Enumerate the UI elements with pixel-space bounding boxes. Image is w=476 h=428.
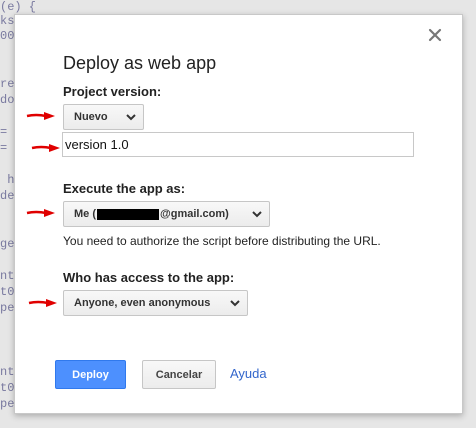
- project-version-select-value: Nuevo: [74, 111, 108, 123]
- access-label: Who has access to the app:: [63, 270, 235, 285]
- arrow-annotation-icon: [28, 299, 57, 307]
- help-link[interactable]: Ayuda: [230, 366, 267, 381]
- code-line: pe: [0, 397, 15, 411]
- code-line: t0: [0, 381, 15, 395]
- project-version-label: Project version:: [63, 84, 162, 99]
- code-line: 00: [0, 29, 15, 43]
- deploy-dialog: Deploy as web app Project version: Nuevo…: [14, 14, 463, 414]
- code-line: ks: [0, 14, 15, 28]
- execute-as-select[interactable]: Me ( @gmail.com): [63, 201, 270, 227]
- code-line: h: [0, 173, 15, 187]
- arrow-annotation-icon: [26, 209, 55, 217]
- version-description-input[interactable]: version 1.0: [62, 132, 414, 157]
- authorize-help-text: You need to authorize the script before …: [63, 234, 381, 248]
- code-line: nt: [0, 365, 15, 379]
- code-line: de: [0, 189, 15, 203]
- dialog-title: Deploy as web app: [63, 53, 217, 73]
- code-line: =: [0, 141, 8, 155]
- code-line: re: [0, 77, 15, 91]
- access-select-value: Anyone, even anonymous: [74, 297, 211, 309]
- code-line: nt: [0, 269, 15, 283]
- execute-as-label: Execute the app as:: [63, 181, 186, 196]
- code-line: do: [0, 93, 15, 107]
- code-line: t0: [0, 285, 15, 299]
- code-line: pe: [0, 301, 15, 315]
- redacted-email-block: [97, 208, 159, 220]
- version-description-value: version 1.0: [65, 137, 129, 152]
- code-line: (e) {: [0, 0, 37, 14]
- close-icon-glyph: [428, 28, 442, 42]
- chevron-down-icon: [126, 114, 136, 121]
- chevron-down-icon: [252, 211, 262, 218]
- project-version-select[interactable]: Nuevo: [63, 104, 144, 130]
- arrow-annotation-icon: [26, 112, 55, 120]
- chevron-down-icon: [230, 300, 240, 307]
- code-line: =: [0, 125, 8, 139]
- cancel-button[interactable]: Cancelar: [142, 360, 216, 389]
- close-icon[interactable]: [427, 27, 443, 43]
- code-line: ge: [0, 237, 15, 251]
- execute-as-suffix: @gmail.com): [160, 208, 229, 220]
- deploy-button[interactable]: Deploy: [55, 360, 126, 389]
- execute-as-prefix: Me (: [74, 208, 96, 220]
- arrow-annotation-icon: [31, 144, 60, 152]
- access-select[interactable]: Anyone, even anonymous: [63, 290, 248, 316]
